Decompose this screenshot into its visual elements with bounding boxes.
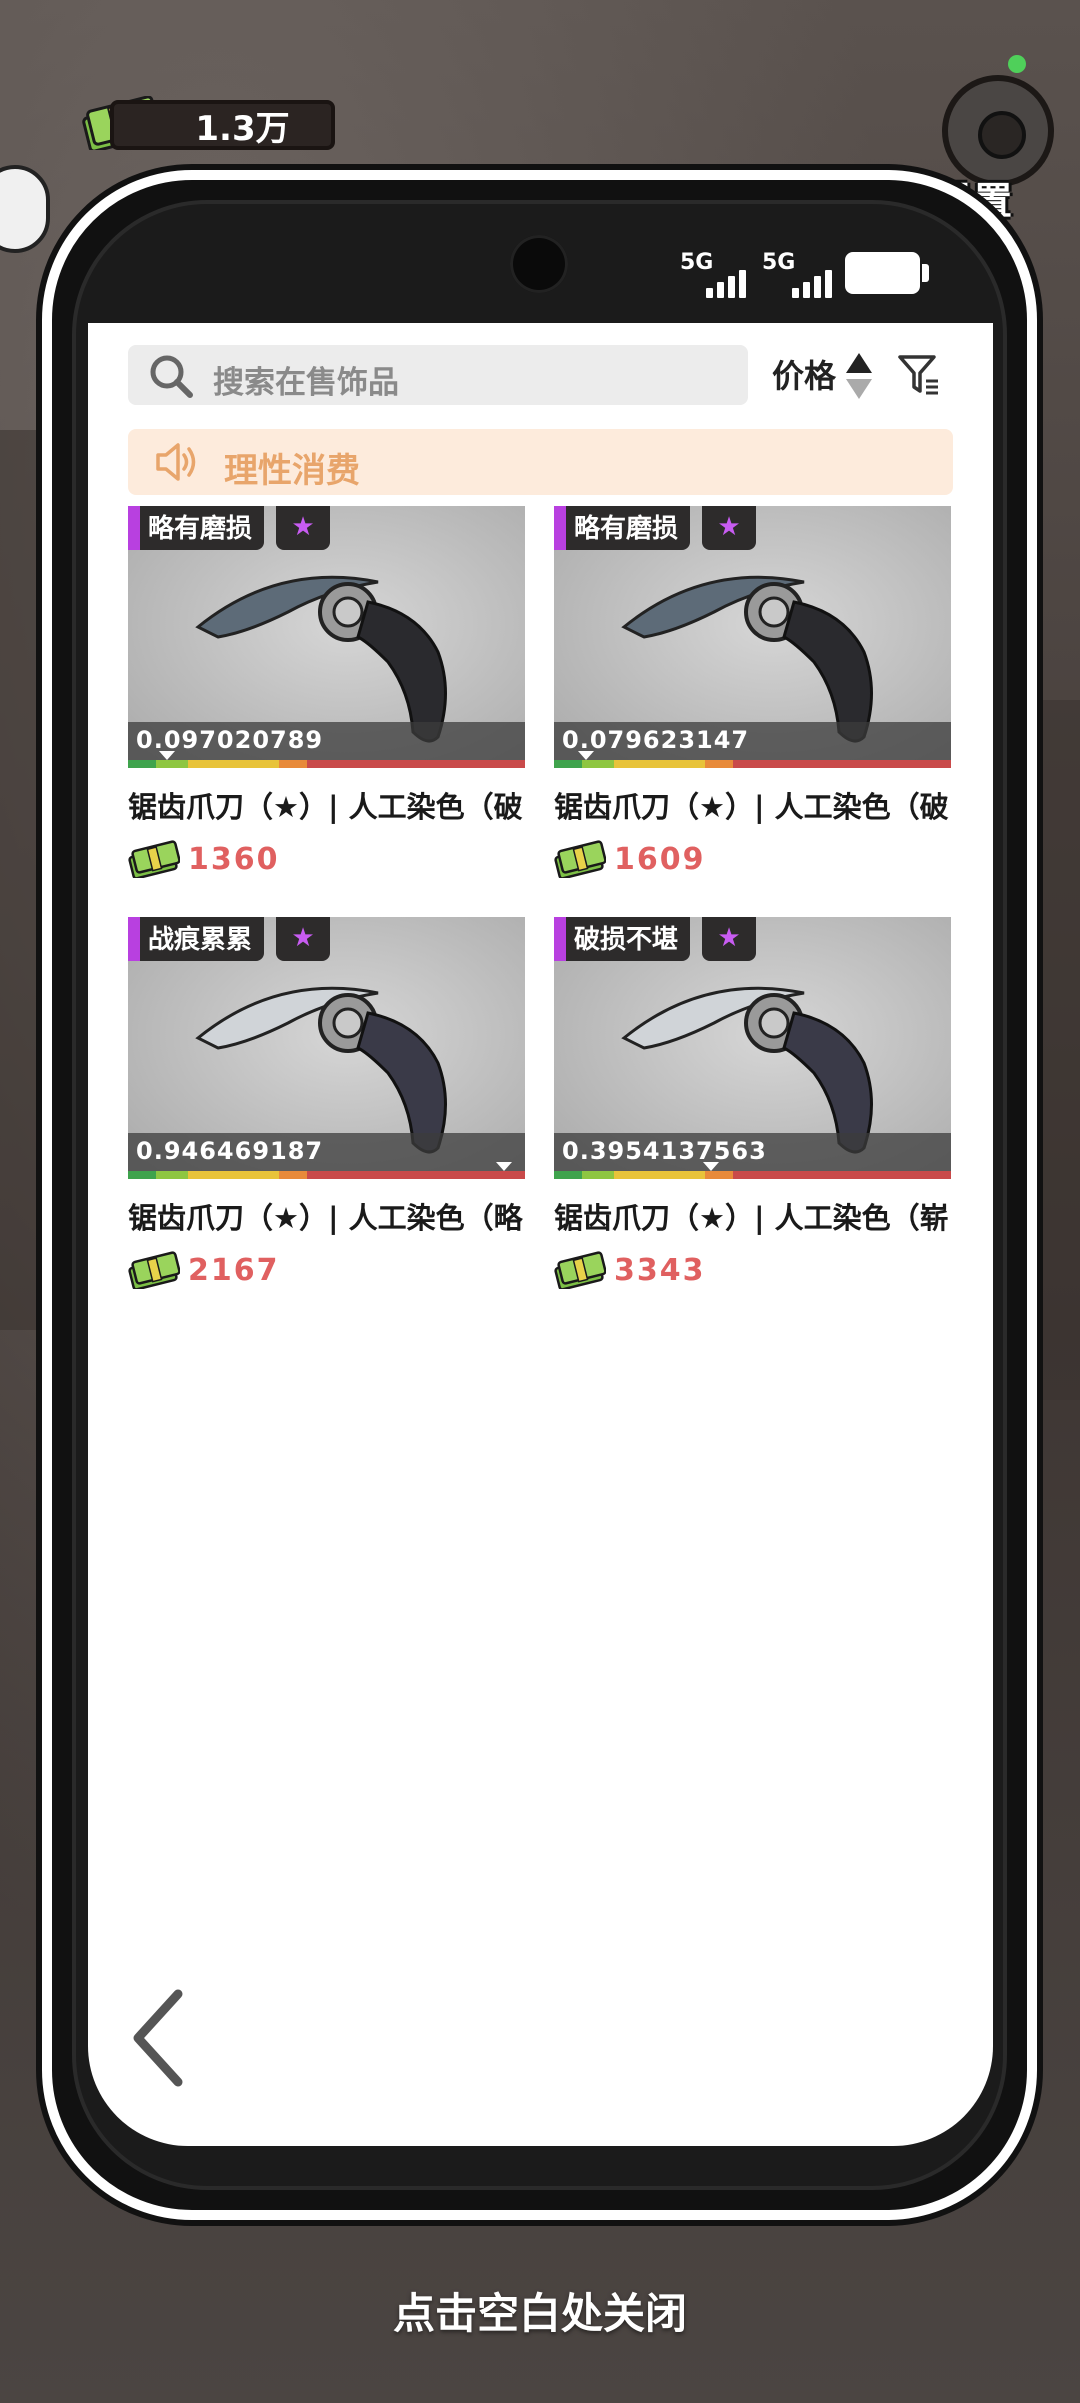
sort-label: 价格 xyxy=(772,357,837,395)
price-value: 3343 xyxy=(614,1252,706,1288)
item-card[interactable]: 略有磨损 ★ 0.079623147 锯齿爪刀（★）| 人工染色（破 1609 xyxy=(554,506,951,878)
item-name: 锯齿爪刀（★）| 人工染色（崭 xyxy=(554,1201,949,1235)
item-thumbnail: 战痕累累 ★ 0.946469187 xyxy=(128,917,525,1179)
sim2-label: 5G xyxy=(762,250,796,275)
item-price: 3343 xyxy=(554,1251,951,1289)
float-marker xyxy=(578,751,594,760)
price-value: 2167 xyxy=(188,1252,280,1288)
search-icon xyxy=(150,355,193,398)
price-value: 1609 xyxy=(614,841,706,877)
cash-icon xyxy=(128,1251,180,1289)
sort-price-button[interactable]: 价格 xyxy=(772,351,836,397)
item-name: 锯齿爪刀（★）| 人工染色（破 xyxy=(128,790,523,824)
money-value: 1.3万 xyxy=(195,108,290,149)
item-price: 2167 xyxy=(128,1251,525,1289)
wear-scale xyxy=(554,760,951,768)
camera-notch xyxy=(510,235,568,293)
wear-tag: 略有磨损 xyxy=(554,506,691,550)
item-price: 1360 xyxy=(128,840,525,878)
wear-scale xyxy=(554,1171,951,1179)
item-thumbnail: 略有磨损 ★ 0.097020789 xyxy=(128,506,525,768)
search-input[interactable]: 搜索在售饰品 xyxy=(128,345,748,405)
float-marker xyxy=(496,1162,512,1171)
price-value: 1360 xyxy=(188,841,280,877)
cash-icon xyxy=(554,1251,606,1289)
star-badge: ★ xyxy=(702,506,756,550)
wear-tag: 略有磨损 xyxy=(128,506,265,550)
float-marker xyxy=(159,751,175,760)
star-badge: ★ xyxy=(702,917,756,961)
wear-scale xyxy=(128,1171,525,1179)
karambit-knife-icon xyxy=(621,575,873,743)
star-badge: ★ xyxy=(276,917,330,961)
float-marker xyxy=(703,1162,719,1171)
cash-icon xyxy=(128,840,180,878)
float-value: 0.3954137563 xyxy=(562,1137,767,1165)
item-card[interactable]: 战痕累累 ★ 0.946469187 锯齿爪刀（★）| 人工染色（略 2167 xyxy=(128,917,525,1289)
back-chevron-icon[interactable] xyxy=(128,1988,188,2088)
star-badge: ★ xyxy=(276,506,330,550)
item-name: 锯齿爪刀（★）| 人工染色（略 xyxy=(128,1201,523,1235)
search-placeholder: 搜索在售饰品 xyxy=(213,365,399,401)
wear-scale xyxy=(128,760,525,768)
filter-icon[interactable] xyxy=(896,351,942,397)
float-value: 0.097020789 xyxy=(136,726,324,754)
market-screen: 搜索在售饰品 价格 理性消费 略有磨损 ★ 0.097020789 锯齿爪刀（★… xyxy=(88,323,993,2146)
notice-text: 理性消费 xyxy=(224,451,360,491)
signal-1-icon xyxy=(706,268,746,298)
speaker-icon xyxy=(156,443,196,481)
battery-icon xyxy=(845,252,929,294)
item-thumbnail: 破损不堪 ★ 0.3954137563 xyxy=(554,917,951,1179)
karambit-knife-icon xyxy=(621,986,873,1154)
notification-dot xyxy=(1008,55,1026,73)
signal-2-icon xyxy=(792,268,832,298)
karambit-knife-icon xyxy=(195,986,447,1154)
float-value: 0.946469187 xyxy=(136,1137,324,1165)
money-counter: 1.3万 xyxy=(110,100,335,150)
item-thumbnail: 略有磨损 ★ 0.079623147 xyxy=(554,506,951,768)
close-hint[interactable]: 点击空白处关闭 xyxy=(0,2280,1080,2341)
item-name: 锯齿爪刀（★）| 人工染色（破 xyxy=(554,790,949,824)
cash-icon xyxy=(554,840,606,878)
item-card[interactable]: 破损不堪 ★ 0.3954137563 锯齿爪刀（★）| 人工染色（崭 3343 xyxy=(554,917,951,1289)
wear-tag: 战痕累累 xyxy=(128,917,265,961)
karambit-knife-icon xyxy=(195,575,447,743)
item-price: 1609 xyxy=(554,840,951,878)
wear-tag: 破损不堪 xyxy=(554,917,691,961)
item-card[interactable]: 略有磨损 ★ 0.097020789 锯齿爪刀（★）| 人工染色（破 1360 xyxy=(128,506,525,878)
sort-arrows-icon[interactable] xyxy=(844,351,874,401)
notice-banner: 理性消费 xyxy=(128,429,953,495)
float-value: 0.079623147 xyxy=(562,726,750,754)
